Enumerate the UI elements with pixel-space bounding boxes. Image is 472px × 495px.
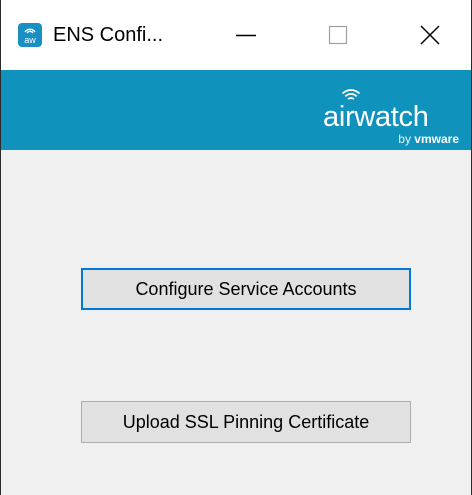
by-text: by: [398, 132, 411, 146]
maximize-icon: [328, 25, 348, 45]
close-button[interactable]: [407, 15, 453, 55]
close-icon: [420, 25, 440, 45]
minimize-button[interactable]: [223, 15, 269, 55]
minimize-icon: [236, 34, 256, 37]
maximize-button[interactable]: [315, 15, 361, 55]
configure-service-accounts-button[interactable]: Configure Service Accounts: [81, 268, 411, 310]
upload-ssl-pinning-certificate-button[interactable]: Upload SSL Pinning Certificate: [81, 401, 411, 443]
ens-config-window: aw ENS Confi... airwatch by vmware Confi…: [0, 0, 472, 495]
window-title: ENS Confi...: [53, 24, 164, 46]
airwatch-wordmark: airwatch: [323, 101, 429, 133]
airwatch-banner: airwatch by vmware: [1, 70, 471, 150]
airwatch-app-icon: aw: [18, 23, 42, 47]
title-bar[interactable]: aw ENS Confi...: [1, 0, 471, 70]
vmware-wordmark: vmware: [414, 132, 459, 146]
svg-text:aw: aw: [24, 35, 36, 45]
airwatch-logo: airwatch by vmware: [321, 80, 463, 146]
by-vmware-tagline: by vmware: [398, 132, 459, 146]
